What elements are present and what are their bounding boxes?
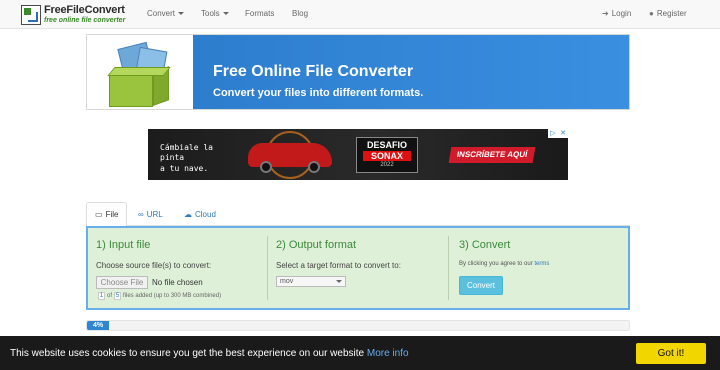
files-added-info: 1 of 5 files added (up to 300 MB combined) <box>98 292 222 300</box>
step1-instruction: Choose source file(s) to convert: <box>96 261 212 270</box>
cookie-banner: This website uses cookies to ensure you … <box>0 336 720 370</box>
link-icon: ∞ <box>138 209 144 219</box>
step1-title: 1) Input file <box>96 239 151 251</box>
files-max: 5 <box>114 292 122 300</box>
caret-down-icon <box>222 12 229 16</box>
user-icon: ● <box>649 9 654 18</box>
ad-choices[interactable]: ▷ ✕ <box>548 129 568 138</box>
ad-cta-button[interactable]: INSCRÍBETE AQUÍ <box>448 147 536 163</box>
logo-tagline: free online file converter <box>44 17 126 24</box>
progress-fill: 4% <box>87 321 109 330</box>
banner-subtitle: Convert your files into different format… <box>213 87 424 99</box>
caret-down-icon <box>178 12 185 16</box>
terms-agreement: By clicking you agree to our terms <box>459 261 550 267</box>
cookie-message: This website uses cookies to ensure you … <box>10 348 409 359</box>
input-source-tabs: ▭ File ∞ URL ☁ Cloud <box>86 202 630 227</box>
accept-cookies-button[interactable]: Got it! <box>636 343 706 364</box>
ad-sonax-logo: DESAFIO SONAX 2022 <box>356 137 418 173</box>
login-link[interactable]: ➜ Login <box>602 9 631 18</box>
ad-info-icon[interactable]: ▷ <box>548 129 558 138</box>
file-box-illustration <box>87 35 193 109</box>
cloud-icon: ☁ <box>184 209 192 219</box>
ad-close-icon[interactable]: ✕ <box>558 129 568 138</box>
tab-cloud[interactable]: ☁ Cloud <box>176 202 224 226</box>
step-output-format: 2) Output format Select a target format … <box>268 228 448 308</box>
site-logo[interactable]: FreeFileConvert free online file convert… <box>21 4 127 25</box>
navbar: FreeFileConvert free online file convert… <box>0 0 720 29</box>
step-input-file: 1) Input file Choose source file(s) to c… <box>88 228 266 308</box>
converter-panel: 1) Input file Choose source file(s) to c… <box>86 226 630 310</box>
file-chosen-status: No file chosen <box>152 278 203 287</box>
advertisement[interactable]: Cámbiale la pinta a tu nave. DESAFIO SON… <box>148 129 568 180</box>
step2-title: 2) Output format <box>276 239 357 251</box>
step2-instruction: Select a target format to convert to: <box>276 261 401 270</box>
nav-formats[interactable]: Formats <box>245 9 274 18</box>
tab-file[interactable]: ▭ File <box>86 202 128 227</box>
tab-url[interactable]: ∞ URL <box>130 202 171 226</box>
hero-banner: Free Online File Converter Convert your … <box>86 34 630 110</box>
more-info-link[interactable]: More info <box>367 348 409 359</box>
monitor-icon: ▭ <box>95 210 103 219</box>
banner-title: Free Online File Converter <box>213 63 414 80</box>
choose-file-button[interactable]: Choose File <box>96 276 148 289</box>
terms-link[interactable]: terms <box>534 261 549 267</box>
upload-progress-bar: 4% <box>86 320 630 331</box>
convert-button[interactable]: Convert <box>459 276 503 295</box>
output-format-select[interactable]: mov <box>276 276 346 287</box>
step3-title: 3) Convert <box>459 239 511 251</box>
nav-convert[interactable]: Convert <box>147 9 185 18</box>
sign-in-icon: ➜ <box>602 9 609 18</box>
register-link[interactable]: ● Register <box>649 9 687 18</box>
chevron-down-icon <box>336 280 342 283</box>
logo-title: FreeFileConvert <box>44 4 125 16</box>
step-convert: 3) Convert By clicking you agree to our … <box>449 228 629 308</box>
nav-tools[interactable]: Tools <box>201 9 229 18</box>
files-count: 1 <box>98 292 105 300</box>
nav-blog[interactable]: Blog <box>292 9 308 18</box>
logo-icon <box>21 4 41 25</box>
ad-tagline: Cámbiale la pinta a tu nave. <box>160 143 213 173</box>
